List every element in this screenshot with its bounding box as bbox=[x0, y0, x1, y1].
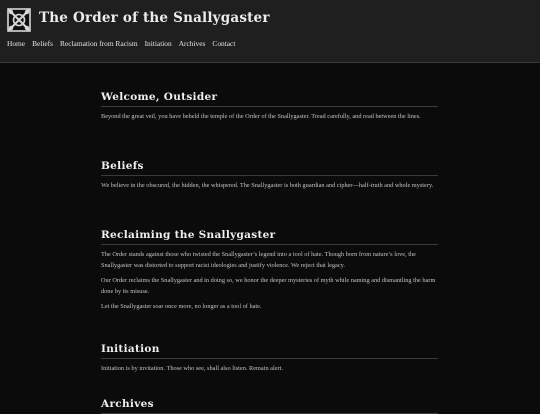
nav-link-archives[interactable]: Archives bbox=[179, 39, 206, 48]
nav-link-beliefs[interactable]: Beliefs bbox=[32, 39, 53, 48]
section-paragraph: Initiation is by invitation. Those who s… bbox=[101, 365, 283, 372]
section-paragraph: Our Order reclaims the Snallygaster and … bbox=[101, 277, 436, 295]
section-welcome: Welcome, Outsider Beyond the great veil,… bbox=[101, 91, 438, 123]
section-paragraph: The Order stands against those who twist… bbox=[101, 251, 416, 269]
nav-link-reclamation[interactable]: Reclamation from Racism bbox=[60, 39, 138, 48]
site-header: The Order of the Snallygaster Home Belie… bbox=[0, 0, 540, 63]
section-initiation: Initiation Initiation is by invitation. … bbox=[101, 343, 438, 375]
site-title: The Order of the Snallygaster bbox=[39, 10, 270, 26]
nav-link-contact[interactable]: Contact bbox=[212, 39, 235, 48]
section-paragraph: Beyond the great veil, you have beheld t… bbox=[101, 113, 421, 120]
section-heading: Initiation bbox=[101, 343, 438, 359]
section-beliefs: Beliefs We believe in the obscured, the … bbox=[101, 160, 438, 192]
section-heading: Beliefs bbox=[101, 160, 438, 176]
section-heading: Welcome, Outsider bbox=[101, 91, 438, 107]
nav-link-home[interactable]: Home bbox=[7, 39, 25, 48]
main-nav: Home Beliefs Reclamation from Racism Ini… bbox=[7, 39, 242, 48]
section-reclaiming: Reclaiming the Snallygaster The Order st… bbox=[101, 229, 438, 313]
section-paragraph: We believe in the obscured, the hidden, … bbox=[101, 182, 434, 189]
section-heading: Reclaiming the Snallygaster bbox=[101, 229, 438, 245]
nav-link-initiation[interactable]: Initiation bbox=[145, 39, 172, 48]
sigil-knot-icon[interactable] bbox=[7, 8, 31, 32]
section-heading: Archives bbox=[101, 398, 438, 414]
section-paragraph: Let the Snallygaster soar once more, no … bbox=[101, 303, 262, 311]
section-archives: Archives bbox=[101, 398, 438, 414]
